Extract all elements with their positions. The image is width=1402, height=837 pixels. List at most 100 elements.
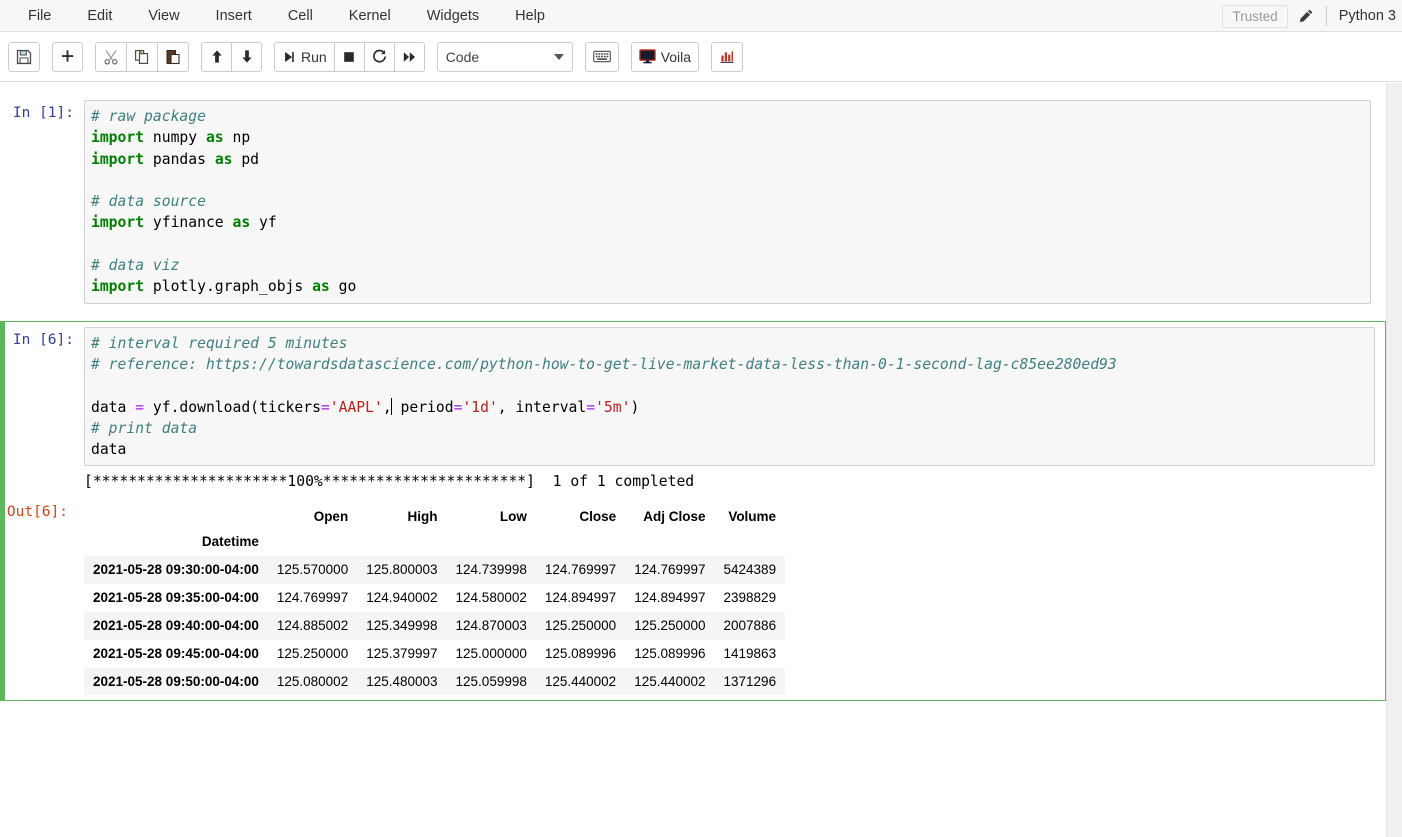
toolbar: Run Code Voila xyxy=(0,32,1402,82)
code-token-plain: pd xyxy=(232,150,260,168)
code-line: # raw package xyxy=(91,106,1364,127)
menu-item-edit[interactable]: Edit xyxy=(69,2,130,30)
dataframe-cell: 124.580002 xyxy=(455,590,527,606)
save-button[interactable] xyxy=(8,41,40,72)
code-token-plain: plotly.graph_objs xyxy=(144,278,313,296)
code-cell-1[interactable]: In [1]: # raw package import numpy as np i… xyxy=(0,95,1386,309)
code-line: data = yf.download(tickers='AAPL', perio… xyxy=(91,397,1368,418)
save-icon xyxy=(16,49,32,64)
code-token-comment: # data viz xyxy=(91,257,180,275)
code-token-kw: import xyxy=(91,214,145,232)
code-token-plain: period xyxy=(391,398,454,416)
voila-button[interactable]: Voila xyxy=(630,41,700,72)
kernel-indicator[interactable]: Python 3 xyxy=(1339,8,1402,24)
open-command-palette-button[interactable] xyxy=(584,41,619,72)
pencil-icon[interactable] xyxy=(1298,8,1314,24)
restart-circle-icon xyxy=(372,49,386,63)
code-token-op: = xyxy=(135,398,145,416)
dataframe-row-index: 2021-05-28 09:50:00-04:00 xyxy=(93,674,259,690)
chart-button[interactable] xyxy=(711,41,744,72)
cell-1-code-editor[interactable]: # raw package import numpy as np import pa… xyxy=(84,100,1371,304)
dataframe-index-name: Datetime xyxy=(201,534,259,550)
trusted-badge[interactable]: Trusted xyxy=(1222,4,1288,28)
menu-item-kernel[interactable]: Kernel xyxy=(331,2,409,30)
toolbar-group-keyboard xyxy=(584,41,619,72)
arrow-down-icon xyxy=(241,50,252,63)
paste-button[interactable] xyxy=(157,41,189,72)
dataframe-cell: 1419863 xyxy=(723,646,777,662)
run-cell-button[interactable]: Run xyxy=(274,41,335,72)
code-line: # interval required 5 minutes xyxy=(91,333,1368,354)
code-token-kw: import xyxy=(91,150,145,168)
dataframe-row-index: 2021-05-28 09:30:00-04:00 xyxy=(93,562,259,578)
notebook-container: In [1]: # raw package import numpy as np i… xyxy=(0,83,1386,837)
copy-icon xyxy=(135,49,149,64)
code-line: import pandas as pd xyxy=(91,149,1364,170)
dataframe-corner-cell xyxy=(84,505,268,528)
menu-item-view[interactable]: View xyxy=(130,2,197,30)
dataframe-cell: 125.089996 xyxy=(634,646,706,662)
code-token-str: 'AAPL' xyxy=(329,398,383,416)
dataframe-cell: 124.769997 xyxy=(276,590,349,606)
dataframe-cell: 124.885002 xyxy=(276,618,349,634)
cell-type-select[interactable]: Code xyxy=(436,41,573,72)
code-cell-2[interactable]: In [6]: # interval required 5 minutes # r… xyxy=(0,320,1386,702)
code-line: import numpy as np xyxy=(91,127,1364,148)
move-cell-up-button[interactable] xyxy=(201,41,232,72)
code-token-plain: yf xyxy=(250,214,277,232)
stop-square-icon xyxy=(344,51,354,62)
dataframe-cell: 125.440002 xyxy=(544,674,617,690)
menu-item-help[interactable]: Help xyxy=(497,2,563,30)
code-token-plain: np xyxy=(223,129,251,147)
copy-button[interactable] xyxy=(126,41,158,72)
toolbar-group-clipboard xyxy=(95,41,189,72)
dataframe-cell: 124.769997 xyxy=(634,562,706,578)
code-token-plain: , interval xyxy=(497,398,587,416)
dataframe-cell: 125.250000 xyxy=(276,646,349,662)
menu-item-file[interactable]: File xyxy=(10,2,69,30)
kernel-divider xyxy=(1325,6,1327,26)
menu-item-widgets[interactable]: Widgets xyxy=(409,2,497,30)
code-token-plain: numpy xyxy=(144,129,206,147)
cut-button[interactable] xyxy=(95,41,127,72)
code-token-kw: as xyxy=(312,278,330,296)
dataframe-column-header: Adj Close xyxy=(643,509,706,525)
code-token-comment: # data source xyxy=(91,193,206,211)
dataframe-cell: 125.059998 xyxy=(455,674,527,690)
notebook-scrollbar[interactable] xyxy=(1386,83,1402,837)
table-row: 2021-05-28 09:30:00-04:00 125.570000 125.8… xyxy=(84,555,786,584)
cell-2-output-area: Out[6]: Open High Low Close Adj Close Volume D… xyxy=(0,499,1380,696)
dataframe-row-index: 2021-05-28 09:35:00-04:00 xyxy=(93,590,259,606)
dataframe-index-row-filler xyxy=(625,528,714,556)
code-token-plain: data xyxy=(91,398,136,416)
code-token-comment: # reference: https://towardsdatascience.… xyxy=(91,355,1117,373)
arrow-up-icon xyxy=(211,50,222,63)
dataframe-header-row: Open High Low Close Adj Close Volume xyxy=(84,505,785,528)
restart-kernel-button[interactable] xyxy=(363,41,395,72)
restart-run-all-button[interactable] xyxy=(393,41,425,72)
code-line: import plotly.graph_objs as go xyxy=(91,276,1364,297)
insert-cell-below-button[interactable] xyxy=(52,41,83,72)
menu-item-cell[interactable]: Cell xyxy=(270,2,331,30)
code-token-comment: # interval required 5 minutes xyxy=(91,334,348,352)
dataframe-column-header: High xyxy=(407,509,438,525)
dataframe-index-name-row: Datetime xyxy=(84,528,785,556)
dataframe-cell: 2398829 xyxy=(723,590,777,606)
dataframe-column-header: Volume xyxy=(728,509,777,525)
dataframe-cell: 124.870003 xyxy=(455,618,527,634)
dataframe-cell: 125.250000 xyxy=(544,618,617,634)
code-token-plain: go xyxy=(329,278,357,296)
interrupt-kernel-button[interactable] xyxy=(333,41,365,72)
dataframe-cell: 125.250000 xyxy=(634,618,706,634)
cell-2-dataframe-output: Open High Low Close Adj Close Volume Datetime … xyxy=(78,499,1375,696)
cell-2-code-editor[interactable]: # interval required 5 minutes # reference… xyxy=(84,326,1375,467)
code-token-plain: pandas xyxy=(144,150,215,168)
cell-2-stream-output: [**********************100%*************… xyxy=(84,473,695,491)
move-cell-down-button[interactable] xyxy=(231,41,262,72)
menu-item-insert[interactable]: Insert xyxy=(198,2,270,30)
code-token-kw: import xyxy=(91,278,145,296)
dataframe-cell: 2007886 xyxy=(723,618,777,634)
dataframe-cell: 125.480003 xyxy=(366,674,438,690)
dataframe-cell: 125.089996 xyxy=(544,646,617,662)
